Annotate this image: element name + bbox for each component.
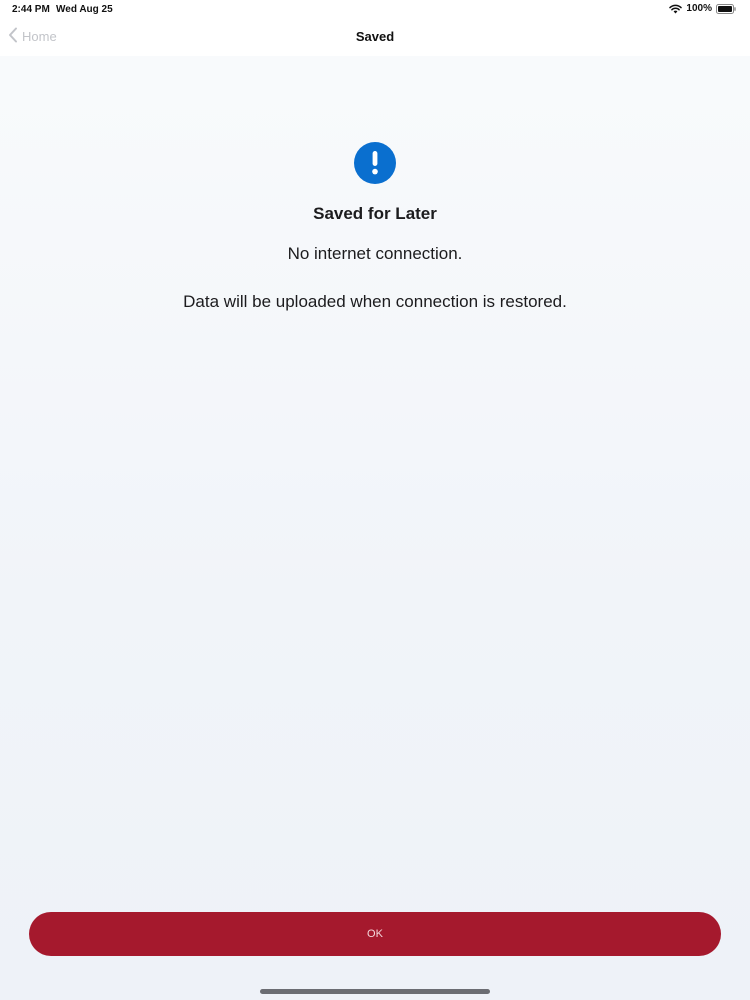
- status-bar: 2:44 PM Wed Aug 25 100%: [0, 0, 750, 18]
- ok-button[interactable]: OK: [29, 912, 721, 956]
- battery-percent: 100%: [686, 3, 712, 14]
- status-time: 2:44 PM: [12, 4, 50, 15]
- saved-message: Saved for Later No internet connection. …: [0, 140, 750, 312]
- battery-icon: [716, 3, 736, 14]
- status-date: Wed Aug 25: [56, 4, 113, 15]
- message-subtext: Data will be uploaded when connection is…: [183, 292, 567, 311]
- status-indicators: 100%: [669, 3, 736, 14]
- exclamation-circle-icon: [354, 142, 396, 184]
- navigation-bar: Home Saved: [0, 18, 750, 56]
- message-title: Saved for Later: [313, 204, 437, 223]
- message-text: No internet connection.: [287, 244, 463, 263]
- page-title: Saved: [355, 29, 395, 44]
- ok-button-label: OK: [367, 928, 383, 940]
- home-indicator[interactable]: [260, 989, 490, 994]
- wifi-icon: [669, 4, 683, 14]
